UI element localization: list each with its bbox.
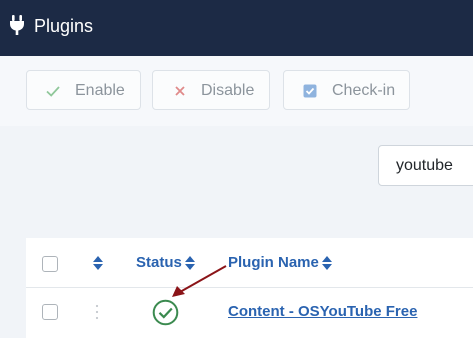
disable-label: Disable xyxy=(201,82,255,99)
sort-icon xyxy=(184,256,195,271)
checkin-button[interactable]: Check-in xyxy=(283,70,410,110)
select-all-checkbox[interactable] xyxy=(42,256,58,272)
plug-icon xyxy=(10,15,24,35)
drag-handle-icon[interactable] xyxy=(95,304,99,320)
plugin-name-link[interactable]: Content - OSYouTube Free xyxy=(228,302,417,322)
enable-button[interactable]: Enable xyxy=(26,70,141,110)
sort-icon xyxy=(321,256,332,271)
plugin-name-header-label: Plugin Name xyxy=(228,254,319,271)
search-value: youtube xyxy=(396,157,453,174)
plugins-table: Status Plugin Name xyxy=(26,238,473,338)
checkbox-checked-icon xyxy=(303,84,317,98)
status-column-header[interactable]: Status xyxy=(136,254,195,272)
plugin-name-column-header[interactable]: Plugin Name xyxy=(228,254,332,272)
page-title: Plugins xyxy=(34,16,94,36)
table-header: Status Plugin Name xyxy=(26,238,473,288)
row-checkbox[interactable] xyxy=(42,304,58,320)
ordering-sort-icon[interactable] xyxy=(93,256,103,270)
close-icon xyxy=(175,86,185,96)
enable-label: Enable xyxy=(75,82,125,99)
toolbar: Enable Disable Check-in xyxy=(0,56,473,126)
checkin-label: Check-in xyxy=(332,82,396,99)
disable-button[interactable]: Disable xyxy=(152,70,270,110)
check-icon xyxy=(46,86,60,97)
page-header: Plugins xyxy=(0,0,473,56)
status-enabled-icon[interactable] xyxy=(152,299,179,326)
status-header-label: Status xyxy=(136,254,182,271)
search-input[interactable]: youtube xyxy=(378,145,473,186)
